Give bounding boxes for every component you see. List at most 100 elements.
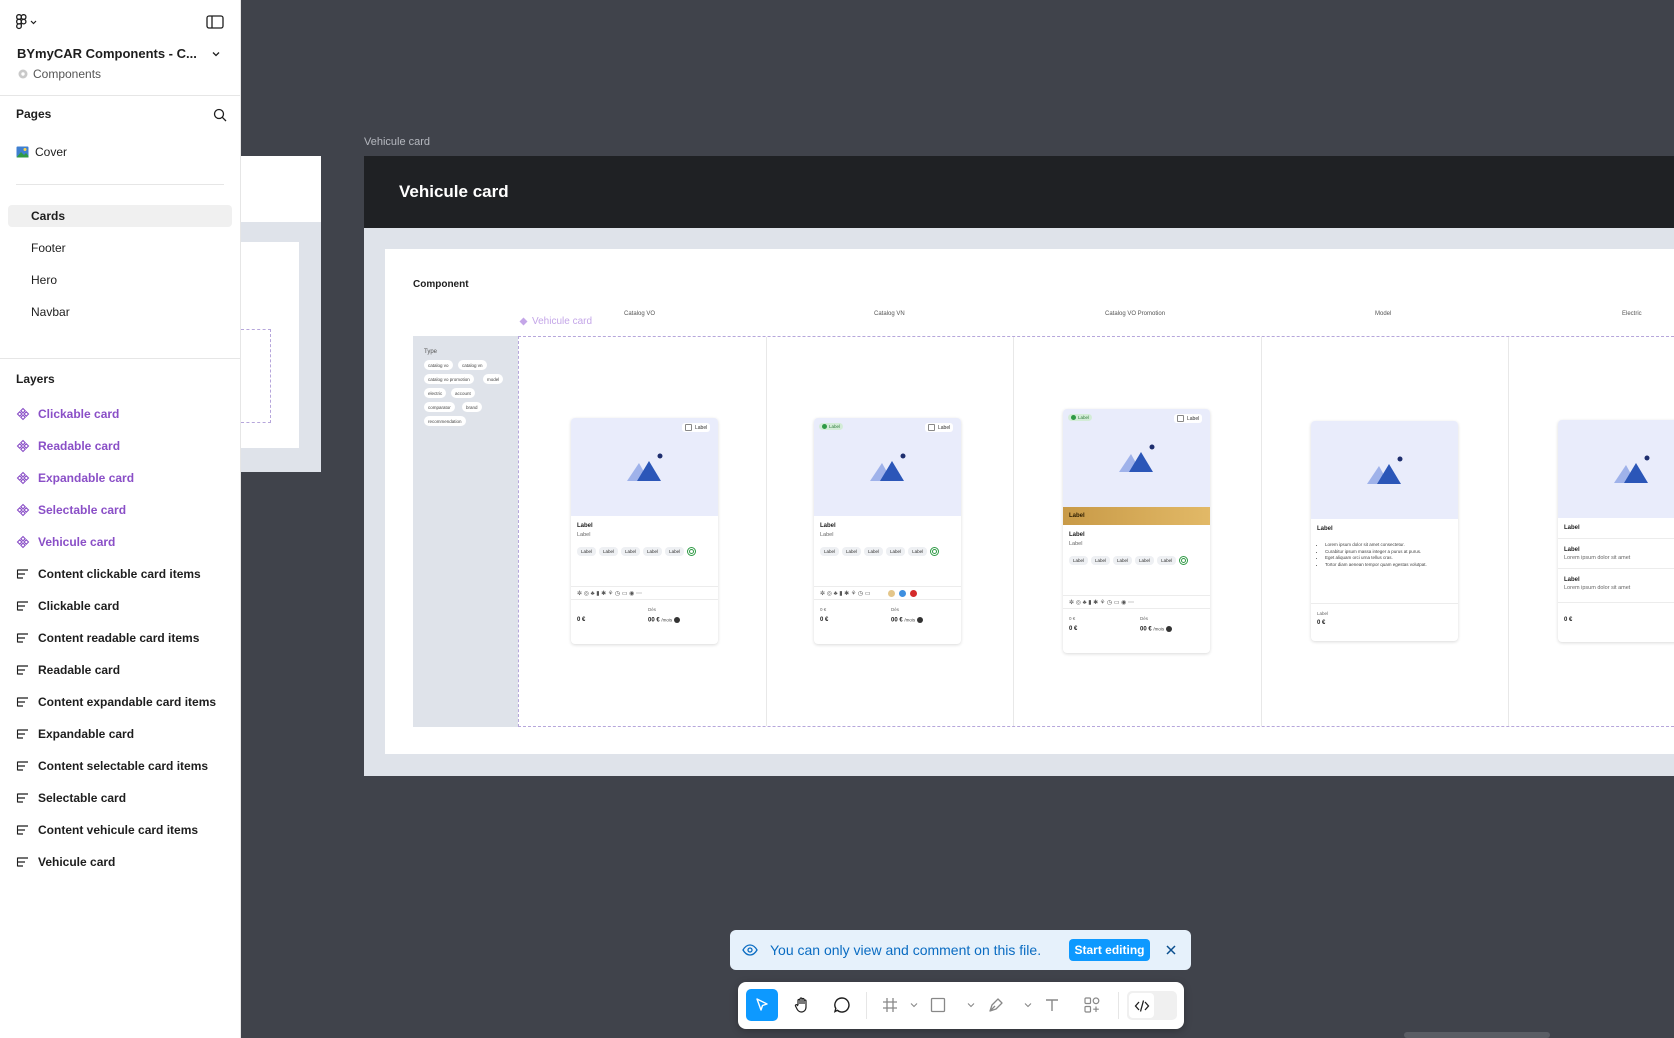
card-feature-icons: ✼ ◎ ♣ ▮ ✱ ⚘ ◷ ▭ ◉ ⋯ [1063, 595, 1210, 609]
start-editing-button[interactable]: Start editing [1069, 939, 1150, 961]
card-chip: Label [1091, 556, 1111, 565]
vehicule-card-catalog-vn[interactable]: Label Label Label Label Label Label Labe… [814, 418, 961, 644]
frame-label[interactable]: Vehicule card [364, 136, 430, 148]
chevron-down-icon[interactable] [1024, 1002, 1032, 1008]
chevron-down-icon [30, 20, 37, 24]
vehicule-card-electric[interactable]: Label Label Lorem ipsum dolor sit amet L… [1558, 420, 1674, 642]
frame-tool-button[interactable] [874, 989, 906, 1021]
layer-label: Content expandable card items [38, 695, 217, 709]
adjacent-frame[interactable] [241, 156, 321, 472]
vehicule-card-frame[interactable]: Vehicule card Component Catalog VO Catal… [364, 156, 1674, 776]
layer-item[interactable]: Vehicule card [16, 852, 236, 872]
close-icon[interactable] [1164, 943, 1178, 957]
badge-label: Label [1078, 415, 1090, 420]
card-chip: Label [842, 547, 862, 556]
chevron-down-icon[interactable] [910, 1002, 918, 1008]
layer-item[interactable]: Clickable card [16, 596, 236, 616]
layer-item[interactable]: Content vehicule card items [16, 820, 236, 840]
component-set-label[interactable]: Vehicule card [519, 316, 592, 327]
column-title: Catalog VO Promotion [1105, 311, 1166, 317]
vehicule-card-catalog-vo[interactable]: Label Label Label Label Label Label Labe… [571, 418, 718, 644]
page-item-hero[interactable]: Hero [8, 269, 232, 291]
info-icon[interactable] [1166, 626, 1173, 632]
section-divider [0, 358, 241, 359]
layer-item[interactable]: Vehicule card [16, 532, 236, 552]
column-title: Model [1375, 311, 1392, 317]
cursor-icon [756, 998, 768, 1011]
eco-badge-icon [930, 547, 940, 556]
layer-item[interactable]: Readable card [16, 660, 236, 680]
per-month: /mois [661, 617, 673, 623]
auto-layout-frame-icon [16, 761, 28, 771]
layer-label: Content vehicule card items [38, 823, 199, 837]
layer-item[interactable]: Expandable card [16, 724, 236, 744]
page-item-navbar[interactable]: Navbar [8, 301, 232, 323]
info-icon[interactable] [674, 617, 681, 623]
sidebar-toggle-icon[interactable] [206, 14, 224, 30]
card-checkbox[interactable]: Label [1174, 414, 1203, 423]
shape-tool-button[interactable] [922, 989, 954, 1021]
chevron-down-icon[interactable] [211, 49, 221, 59]
page-label: Cards [31, 209, 66, 223]
layer-item[interactable]: Content clickable card items [16, 564, 236, 584]
layer-label: Clickable card [38, 599, 120, 613]
hand-tool-button[interactable] [786, 989, 818, 1021]
project-link[interactable]: Components [17, 67, 101, 81]
type-chip: account [451, 388, 475, 398]
main-menu-button[interactable] [16, 13, 46, 31]
comment-tool-button[interactable] [826, 989, 858, 1021]
checkbox-label: Label [938, 424, 951, 431]
text-tool-button[interactable] [1036, 989, 1068, 1021]
card-chip: Label [1113, 556, 1133, 565]
layer-item[interactable]: Selectable card [16, 500, 236, 520]
layer-label: Content selectable card items [38, 759, 209, 773]
color-swatch[interactable] [910, 589, 918, 597]
column-separator [1261, 337, 1262, 726]
vehicule-card-model[interactable]: Label Lorem ipsum dolor sit amet consect… [1311, 421, 1458, 641]
price-from-label: Dès [1140, 616, 1149, 621]
layer-item[interactable]: Readable card [16, 436, 236, 456]
color-swatch[interactable] [888, 589, 896, 597]
page-item-cards[interactable]: Cards [8, 205, 232, 227]
resources-tool-button[interactable] [1076, 989, 1108, 1021]
card-subtitle: Label [820, 532, 834, 538]
dev-mode-toggle[interactable] [1127, 991, 1177, 1020]
variants-area: Label Label Label Label Label Label Labe… [518, 336, 1674, 727]
card-checkbox[interactable]: Label [925, 423, 954, 432]
component-icon [16, 439, 30, 453]
frame-body: Component Catalog VO Catalog VN Catalog … [385, 249, 1674, 754]
card-divider [1558, 602, 1674, 603]
page-item-cover[interactable]: Cover [8, 141, 232, 163]
layer-item[interactable]: Content selectable card items [16, 756, 236, 776]
page-item-footer[interactable]: Footer [8, 237, 232, 259]
type-chip: brand [462, 402, 482, 412]
layer-label: Readable card [38, 663, 121, 677]
layer-item[interactable]: Expandable card [16, 468, 236, 488]
file-title[interactable]: BYmyCAR Components - C... [17, 46, 197, 61]
search-icon[interactable] [213, 108, 227, 122]
page-label: Cover [35, 145, 68, 159]
horizontal-scrollbar[interactable] [1404, 1032, 1550, 1038]
info-icon[interactable] [917, 617, 924, 623]
column-separator [1508, 337, 1509, 726]
status-badge: Label [1068, 414, 1093, 421]
card-price: 0 € [820, 617, 829, 623]
monthly-value: 00 € [648, 617, 660, 624]
color-swatch[interactable] [899, 589, 907, 597]
pen-tool-button[interactable] [980, 989, 1012, 1021]
card-checkbox[interactable]: Label [682, 423, 711, 432]
frame-header: Vehicule card [364, 156, 1674, 228]
card-divider [1558, 568, 1674, 569]
layer-item[interactable]: Content readable card items [16, 628, 236, 648]
item-title: Label [1564, 547, 1580, 553]
price-from-label: Dès [648, 607, 657, 612]
layer-item[interactable]: Clickable card [16, 404, 236, 424]
chevron-down-icon[interactable] [967, 1002, 975, 1008]
layer-item[interactable]: Selectable card [16, 788, 236, 808]
type-chip: model [483, 374, 504, 384]
auto-layout-frame-icon [16, 857, 28, 867]
vehicule-card-catalog-vo-promotion[interactable]: Label Label Label Label Label Label Labe… [1063, 409, 1210, 653]
per-month: /mois [1153, 626, 1165, 632]
move-tool-button[interactable] [746, 989, 778, 1021]
layer-item[interactable]: Content expandable card items [16, 692, 236, 712]
